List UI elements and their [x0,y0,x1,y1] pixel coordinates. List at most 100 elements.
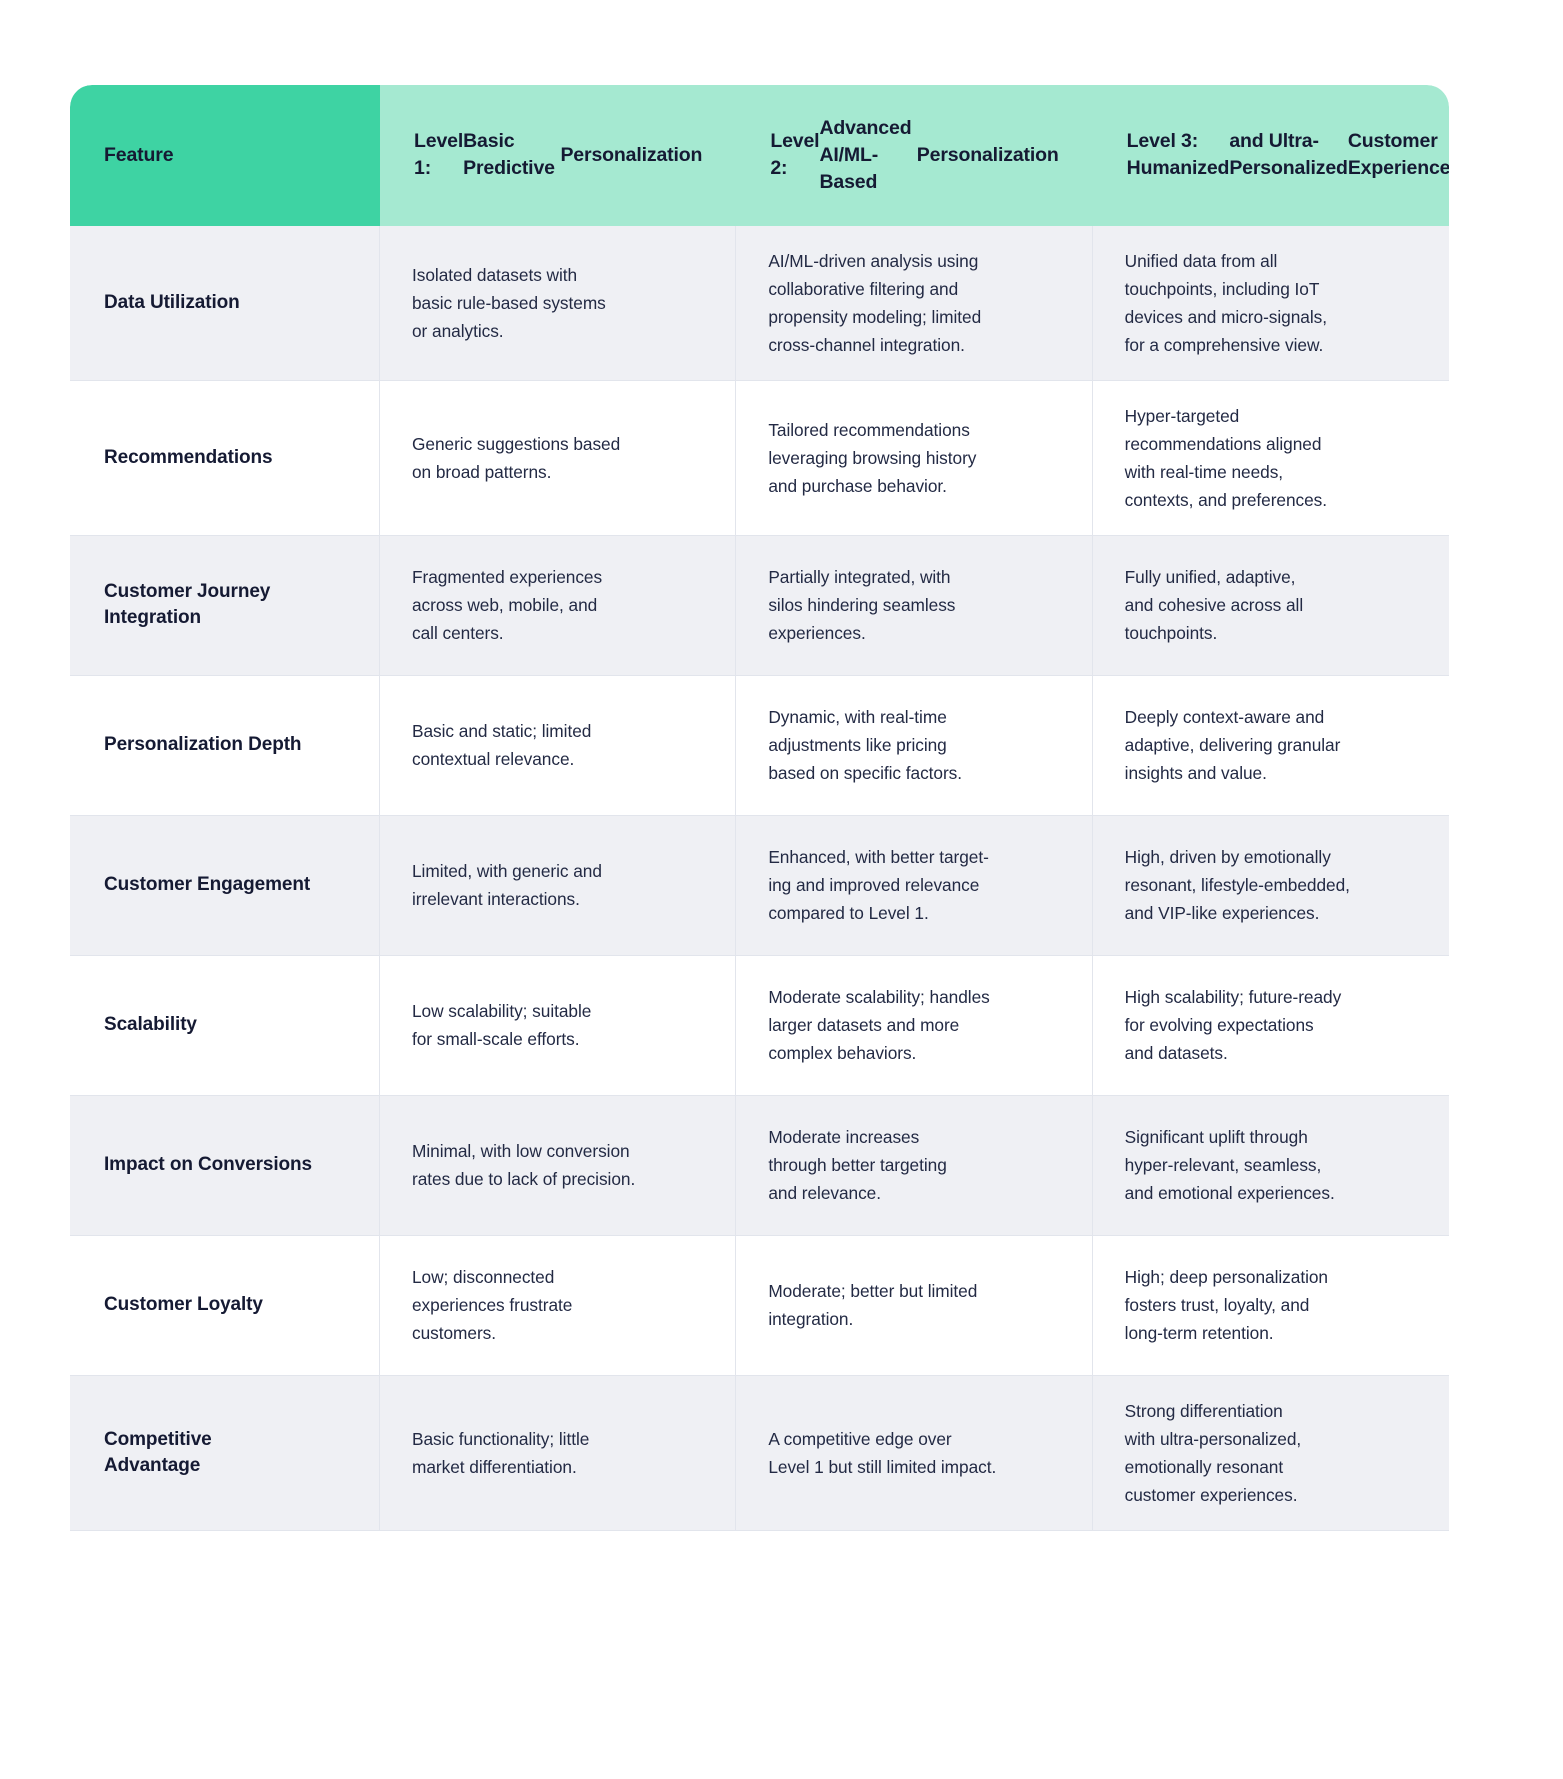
text-line: Generic suggestions based [412,433,621,454]
cell-feature-name: Customer Loyalty [70,1235,380,1376]
text-line: Customer Engagement [104,874,311,896]
text-line: High scalability; future-ready [1124,987,1342,1008]
text-line: leveraging browsing history [768,447,977,468]
table-row: Impact on Conversions Minimal, with low c… [70,1095,1449,1236]
text-line: Personalization Depth [104,734,302,756]
level1-description-text: Minimal, with low conversion rates due to… [380,1117,735,1213]
text-line: customers. [412,1323,497,1344]
text-line: and datasets. [1124,1043,1228,1064]
level2-description-text: A competitive edge over Level 1 but still… [736,1405,1091,1501]
cell-level2-description: Moderate scalability; handles larger data… [736,955,1093,1096]
level2-description-text: Moderate scalability; handles larger data… [736,963,1091,1087]
cell-level1-description: Low scalability; suitable for small-scale… [380,955,737,1096]
text-line: Moderate increases [768,1127,920,1148]
text-line: Level 1: [414,130,464,180]
text-line: devices and micro-signals, [1124,306,1327,327]
header-cell-level-3: Level 3: Humanized and Ultra-Personalized… [1092,85,1449,226]
level3-description-text: Significant uplift through hyper-relevant… [1093,1103,1449,1227]
text-line: long-term retention. [1124,1323,1274,1344]
table-header: Feature Level 1: Basic Predictive Personal… [70,85,1449,226]
cell-feature-name: Competitive Advantage [70,1375,380,1531]
text-line: Advantage [104,1454,201,1476]
cell-level2-description: A competitive edge over Level 1 but still… [736,1375,1093,1531]
text-line: collaborative filtering and [768,278,959,299]
cell-level3-description: Strong differentiation with ultra-persona… [1092,1375,1449,1531]
text-line: contextual relevance. [412,749,575,770]
cell-feature-name: Recommendations [70,380,380,536]
text-line: for evolving expectations [1124,1015,1314,1036]
cell-feature-name: Personalization Depth [70,675,380,816]
text-line: experiences frustrate [412,1295,573,1316]
text-line: cross-channel integration. [768,334,965,355]
cell-feature-name: Customer Engagement [70,815,380,956]
text-line: AI/ML-driven analysis using [768,250,979,271]
text-line: adjustments like pricing [768,735,947,756]
level1-description-text: Low scalability; suitable for small-scale… [380,977,735,1073]
table-row: Customer Loyalty Low; disconnected experie… [70,1235,1449,1376]
level2-description-text: Tailored recommendations leveraging brows… [736,396,1091,520]
text-line: recommendations aligned [1124,433,1322,454]
text-line: with real-time needs, [1124,461,1284,482]
text-line: basic rule-based systems [412,292,606,313]
header-feature-text: Feature [70,89,380,222]
cell-feature-name: Customer Journey Integration [70,535,380,676]
text-line: resonant, lifestyle-embedded, [1124,875,1350,896]
cell-level1-description: Basic and static; limited contextual rele… [380,675,737,816]
text-line: market differentiation. [412,1456,577,1477]
feature-label: Customer Loyalty [70,1272,379,1338]
text-line: adaptive, delivering granular [1124,735,1341,756]
text-line: irrelevant interactions. [412,889,580,910]
text-line: hyper-relevant, seamless, [1124,1155,1322,1176]
text-line: Level 1 but still limited impact. [768,1456,997,1477]
text-line: and VIP-like experiences. [1124,903,1320,924]
cell-level2-description: Dynamic, with real-time adjustments like … [736,675,1093,816]
cell-level3-description: Fully unified, adaptive, and cohesive acr… [1092,535,1449,676]
text-line: or analytics. [412,320,504,341]
table-row: Competitive Advantage Basic functionality;… [70,1375,1449,1531]
text-line: Partially integrated, with [768,567,951,588]
level3-description-text: Fully unified, adaptive, and cohesive acr… [1093,543,1449,667]
text-line: Low scalability; suitable [412,1001,592,1022]
header-cell-feature: Feature [70,85,380,226]
text-line: Strong differentiation [1124,1400,1283,1421]
level1-description-text: Low; disconnected experiences frustrate cu… [380,1243,735,1367]
text-line: through better targeting [768,1155,947,1176]
feature-label: Competitive Advantage [70,1407,379,1499]
cell-level2-description: AI/ML-driven analysis using collaborative… [736,225,1093,381]
level3-description-text: Hyper-targeted recommendations aligned wit… [1093,382,1449,534]
cell-level2-description: Moderate; better but limited integration. [736,1235,1093,1376]
level2-description-text: AI/ML-driven analysis using collaborative… [736,227,1091,379]
cell-level1-description: Minimal, with low conversion rates due to… [380,1095,737,1236]
header-cell-level-1: Level 1: Basic Predictive Personalization [380,85,737,226]
cell-level3-description: Deeply context-aware and adaptive, delive… [1092,675,1449,816]
text-line: and emotional experiences. [1124,1183,1335,1204]
text-line: Hyper-targeted [1124,405,1240,426]
level3-description-text: Strong differentiation with ultra-persona… [1093,1377,1449,1529]
feature-label: Recommendations [70,425,379,491]
table-row: Personalization Depth Basic and static; l… [70,675,1449,816]
text-line: for a comprehensive view. [1124,334,1324,355]
header-level-1-text: Level 1: Basic Predictive Personalization [380,89,736,222]
level3-description-text: High, driven by emotionally resonant, lif… [1093,823,1449,947]
text-line: compared to Level 1. [768,903,929,924]
cell-level3-description: High, driven by emotionally resonant, lif… [1092,815,1449,956]
text-line: experiences. [768,623,866,644]
feature-label: Data Utilization [70,270,379,336]
text-line: Data Utilization [104,291,240,313]
text-line: Low; disconnected [412,1267,555,1288]
text-line: Significant uplift through [1124,1127,1308,1148]
feature-label: Personalization Depth [70,712,379,778]
text-line: Feature [104,143,174,166]
text-line: contexts, and preferences. [1124,489,1328,510]
table-row: Customer Engagement Limited, with generic… [70,815,1449,956]
text-line: Limited, with generic and [412,861,602,882]
text-line: Basic and static; limited [412,721,592,742]
cell-feature-name: Impact on Conversions [70,1095,380,1236]
text-line: and relevance. [768,1183,881,1204]
table-body: Data Utilization Isolated datasets with ba… [70,225,1449,1531]
level1-description-text: Basic and static; limited contextual rele… [380,697,735,793]
cell-level1-description: Generic suggestions based on broad patter… [380,380,737,536]
text-line: insights and value. [1124,763,1267,784]
text-line: integration. [768,1309,854,1330]
text-line: Dynamic, with real-time [768,707,947,728]
